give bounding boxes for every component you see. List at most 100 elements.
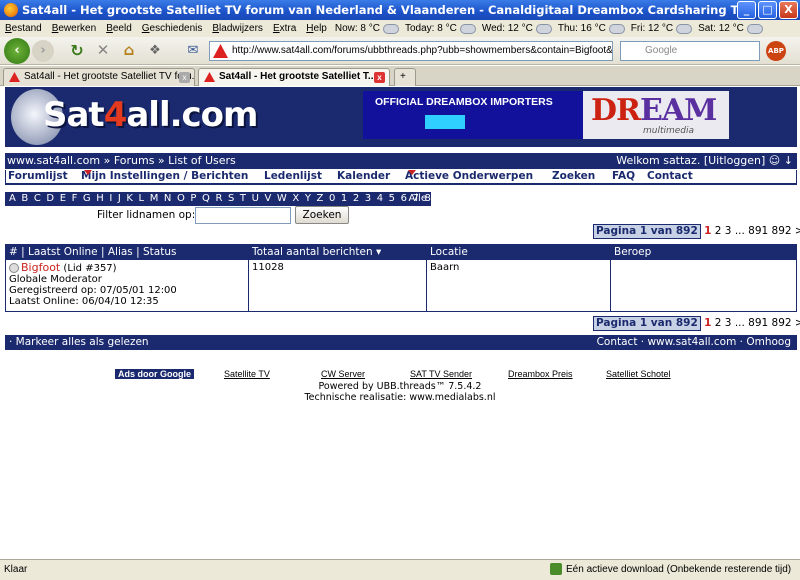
cloud-icon [676, 23, 693, 34]
nav-zoeken[interactable]: Zoeken [552, 170, 595, 183]
logo-sat: Sat [43, 95, 105, 135]
weather-now[interactable]: Now: 8 °C [332, 23, 402, 34]
location-cell: Baarn [427, 260, 611, 311]
firefox-icon [4, 3, 18, 17]
weather-fri[interactable]: Fri: 12 °C [628, 23, 695, 34]
weather-label: Thu: 16 °C [557, 23, 606, 34]
user-last-online: Laatst Online: 06/04/10 12:35 [9, 296, 159, 307]
realisation-line[interactable]: Technische realisatie: www.medialabs.nl [0, 392, 800, 403]
new-tab-button[interactable]: + [394, 68, 416, 86]
page-links[interactable]: 2 3 ... 891 892 > [715, 317, 800, 329]
filter-input[interactable] [195, 207, 291, 224]
close-tab-icon[interactable]: x [179, 72, 190, 83]
welcome-text[interactable]: Welkom sattaz. [Uitloggen] ☺ ↓ [616, 153, 793, 169]
dream-logo: DREAM multimedia [583, 91, 729, 139]
current-page: 1 [704, 225, 712, 237]
forum-footer-bar: · Markeer alles als gelezen Contact · ww… [5, 335, 797, 350]
adblock-icon[interactable]: ABP [766, 41, 786, 61]
download-status[interactable]: Eén actieve download (Onbekende resteren… [550, 560, 791, 580]
url-text: http://www.sat4all.com/forums/ubbthreads… [232, 45, 613, 56]
menu-bladwijzers[interactable]: Bladwijzers [207, 23, 268, 34]
ad-graphic [425, 115, 465, 129]
member-filter: Filter lidnamen op: Zoeken [5, 206, 431, 226]
column-header-location: Locatie [430, 246, 468, 258]
member-id: (Lid #357) [63, 263, 117, 274]
offline-status-icon [9, 263, 19, 273]
weather-sat[interactable]: Sat: 12 °C [695, 23, 766, 34]
forum-nav-links: Forumlijst Mijn Instellingen / Berichten… [5, 170, 797, 185]
dream-dr: DR [591, 93, 641, 128]
profession-cell [611, 260, 796, 311]
nav-faq[interactable]: FAQ [612, 170, 635, 183]
ad-link-cw-server[interactable]: CW Server [321, 369, 365, 379]
posts-cell: 11028 [249, 260, 427, 311]
ad-link-satellite-tv[interactable]: Satellite TV [224, 369, 270, 379]
page-info: Pagina 1 van 892 [593, 316, 701, 331]
weather-label: Sat: 12 °C [698, 23, 744, 34]
user-registered: Geregistreerd op: 07/05/01 12:00 [9, 285, 177, 296]
site-favicon-icon [204, 72, 215, 82]
ad-headline: OFFICIAL DREAMBOX IMPORTERS [375, 96, 553, 108]
menu-bewerken[interactable]: Bewerken [47, 23, 101, 34]
ads-by-google-label[interactable]: Ads door Google [115, 369, 194, 379]
nav-kalender[interactable]: Kalender [337, 170, 390, 183]
site-favicon-icon [213, 44, 228, 58]
menu-help[interactable]: Help [301, 23, 332, 34]
dreambox-ad-banner[interactable]: OFFICIAL DREAMBOX IMPORTERS DREAM multim… [363, 91, 729, 139]
nav-forumlijst[interactable]: Forumlijst [8, 170, 68, 183]
nav-contact[interactable]: Contact [647, 170, 693, 183]
google-ads-row: Ads door Google Satellite TV CW Server S… [0, 369, 800, 381]
addon-icon[interactable]: ❖ [144, 40, 166, 62]
forward-arrow-icon[interactable]: › [32, 40, 54, 62]
column-header-user[interactable]: # | Laatst Online | Alias | Status [9, 245, 176, 260]
ad-link-satelliet-schotel[interactable]: Satelliet Schotel [606, 369, 671, 379]
powered-by-line[interactable]: Powered by UBB.threads™ 7.5.4.2 [0, 381, 800, 392]
window-titlebar: Sat4all - Het grootste Satelliet TV foru… [0, 0, 800, 20]
reload-icon[interactable]: ↻ [66, 40, 88, 62]
cloud-icon [746, 23, 763, 34]
nav-ledenlijst[interactable]: Ledenlijst [264, 170, 322, 183]
alphabet-all[interactable]: Alle [408, 192, 427, 206]
search-button[interactable]: Zoeken [295, 206, 349, 224]
weather-thu[interactable]: Thu: 16 °C [555, 23, 628, 34]
menu-geschiedenis[interactable]: Geschiedenis [137, 23, 208, 34]
tab-2-active[interactable]: Sat4all - Het grootste Satelliet T... x [198, 68, 390, 86]
menu-extra[interactable]: Extra [268, 23, 301, 34]
alphabet-letters[interactable]: A B C D E F G H I J K L M N O P Q R S T … [9, 193, 444, 204]
maximize-button[interactable]: □ [758, 1, 777, 19]
cloud-icon [535, 23, 552, 34]
search-input[interactable]: Google [620, 41, 760, 61]
user-cell: Bigfoot (Lid #357) Globale Moderator Ger… [6, 260, 249, 311]
tab-1[interactable]: Sat4all - Het grootste Satelliet TV foru… [3, 68, 195, 86]
pagination-bottom: Pagina 1 van 892 1 2 3 ... 891 892 > [593, 316, 800, 331]
site-logo[interactable]: Sat4all.com [43, 95, 258, 135]
chat-bubble-icon[interactable]: ✉ [182, 40, 204, 62]
weather-today[interactable]: Today: 8 °C [402, 23, 479, 34]
page-links[interactable]: 2 3 ... 891 892 > [715, 225, 800, 237]
ad-link-dreambox-preis[interactable]: Dreambox Preis [508, 369, 573, 379]
pagination-top: Pagina 1 van 892 1 2 3 ... 891 892 > [593, 224, 800, 239]
cloud-icon [383, 23, 399, 34]
footer-links[interactable]: Contact · www.sat4all.com · Omhoog [597, 335, 791, 350]
menu-beeld[interactable]: Beeld [101, 23, 137, 34]
back-arrow-icon[interactable]: ‹ [4, 38, 30, 64]
mark-all-read-link[interactable]: · Markeer alles als gelezen [9, 336, 149, 348]
minimize-button[interactable]: _ [737, 1, 756, 19]
site-favicon-icon [9, 72, 20, 82]
window-title: Sat4all - Het grootste Satelliet TV foru… [22, 3, 746, 17]
url-bar[interactable]: http://www.sat4all.com/forums/ubbthreads… [209, 41, 613, 61]
menu-bestand[interactable]: Bestand [0, 23, 47, 34]
ad-link-sat-tv-sender[interactable]: SAT TV Sender [410, 369, 472, 379]
home-icon[interactable]: ⌂ [118, 40, 140, 62]
close-window-button[interactable]: X [779, 1, 798, 19]
weather-wed[interactable]: Wed: 12 °C [479, 23, 555, 34]
column-header-posts[interactable]: Totaal aantal berichten ▾ [252, 245, 381, 260]
stop-icon[interactable]: ✕ [92, 40, 114, 62]
post-count: 11028 [252, 262, 284, 273]
logo-four: 4 [103, 95, 128, 135]
breadcrumb-path[interactable]: www.sat4all.com » Forums » List of Users [7, 154, 236, 167]
close-tab-icon[interactable]: x [374, 72, 385, 83]
username-link[interactable]: Bigfoot [21, 261, 60, 274]
weather-label: Today: 8 °C [405, 23, 457, 34]
status-text: Klaar [4, 564, 28, 575]
